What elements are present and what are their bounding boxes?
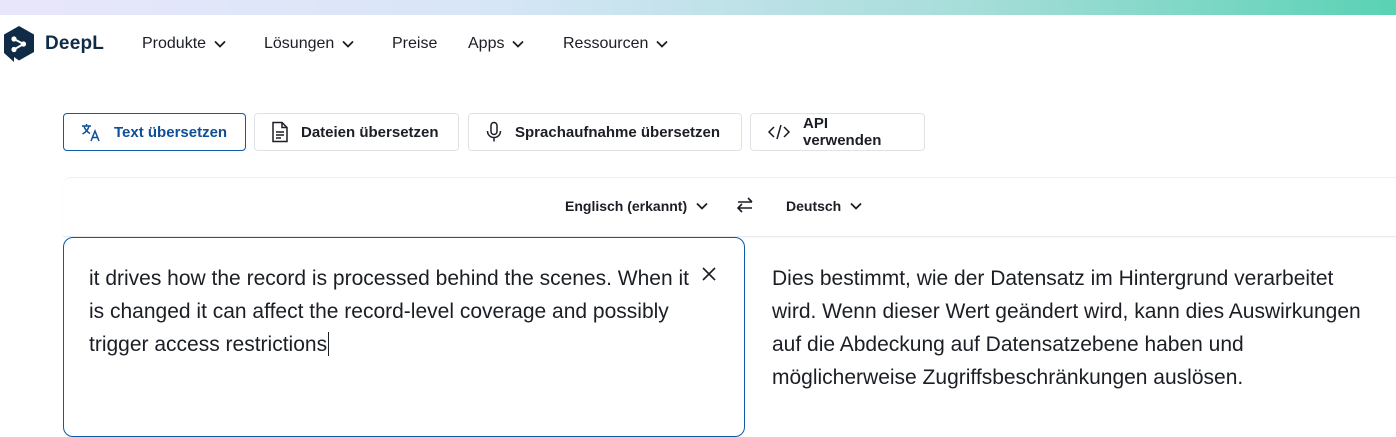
clear-text-button[interactable] [701,266,717,282]
top-gradient-banner [0,0,1396,15]
nav-label: Preise [392,35,438,52]
brand-name: DeepL [45,33,105,54]
chevron-down-icon [850,202,862,210]
deepl-logo[interactable]: DeepL [2,25,104,63]
source-text-input[interactable]: it drives how the record is processed be… [89,262,699,361]
code-icon [767,123,791,141]
chevron-down-icon [342,40,354,48]
chevron-down-icon [214,40,226,48]
microphone-icon [485,121,503,143]
nav-label: Produkte [142,35,207,52]
nav-loesungen[interactable]: Lösungen [264,35,354,53]
translate-icon [80,121,102,143]
source-text-panel[interactable]: it drives how the record is processed be… [63,237,745,437]
translation-output: Dies bestimmt, wie der Datensatz im Hint… [772,262,1382,394]
navbar: DeepL Produkte Lösungen Preise Apps Ress… [0,15,1396,77]
source-text-content: it drives how the record is processed be… [89,267,689,356]
chevron-down-icon [696,202,708,210]
nav-label: Apps [468,35,505,52]
deepl-logo-icon [4,26,34,62]
source-language-select[interactable]: Englisch (erkannt) [565,198,708,214]
target-language-select[interactable]: Deutsch [786,198,862,214]
tab-label: Sprachaufnahme übersetzen [515,123,721,141]
swap-languages-button[interactable] [735,195,755,215]
text-cursor [328,332,330,356]
source-language-label: Englisch (erkannt) [565,198,688,214]
document-icon [271,121,289,143]
nav-preise[interactable]: Preise [392,35,437,53]
tab-label: Text übersetzen [114,123,228,141]
nav-label: Ressourcen [563,35,649,52]
close-icon [702,267,716,281]
target-language-label: Deutsch [786,198,842,214]
tab-dateien-uebersetzen[interactable]: Dateien übersetzen [254,113,459,151]
tab-label: API verwenden [803,115,882,149]
tab-text-uebersetzen[interactable]: Text übersetzen [63,113,246,151]
tab-sprachaufnahme-uebersetzen[interactable]: Sprachaufnahme übersetzen [468,113,742,151]
translation-text: Dies bestimmt, wie der Datensatz im Hint… [772,267,1361,389]
chevron-down-icon [512,40,525,48]
nav-label: Lösungen [264,35,335,52]
nav-ressourcen[interactable]: Ressourcen [563,35,669,53]
tab-label: Dateien übersetzen [301,123,439,141]
nav-produkte[interactable]: Produkte [142,35,226,53]
nav-apps[interactable]: Apps [468,35,525,53]
chevron-down-icon [656,40,669,48]
swap-arrows-icon [736,197,753,213]
language-selector-bar: Englisch (erkannt) Deutsch [63,177,1396,237]
tab-api-verwenden[interactable]: API verwenden [750,113,925,151]
